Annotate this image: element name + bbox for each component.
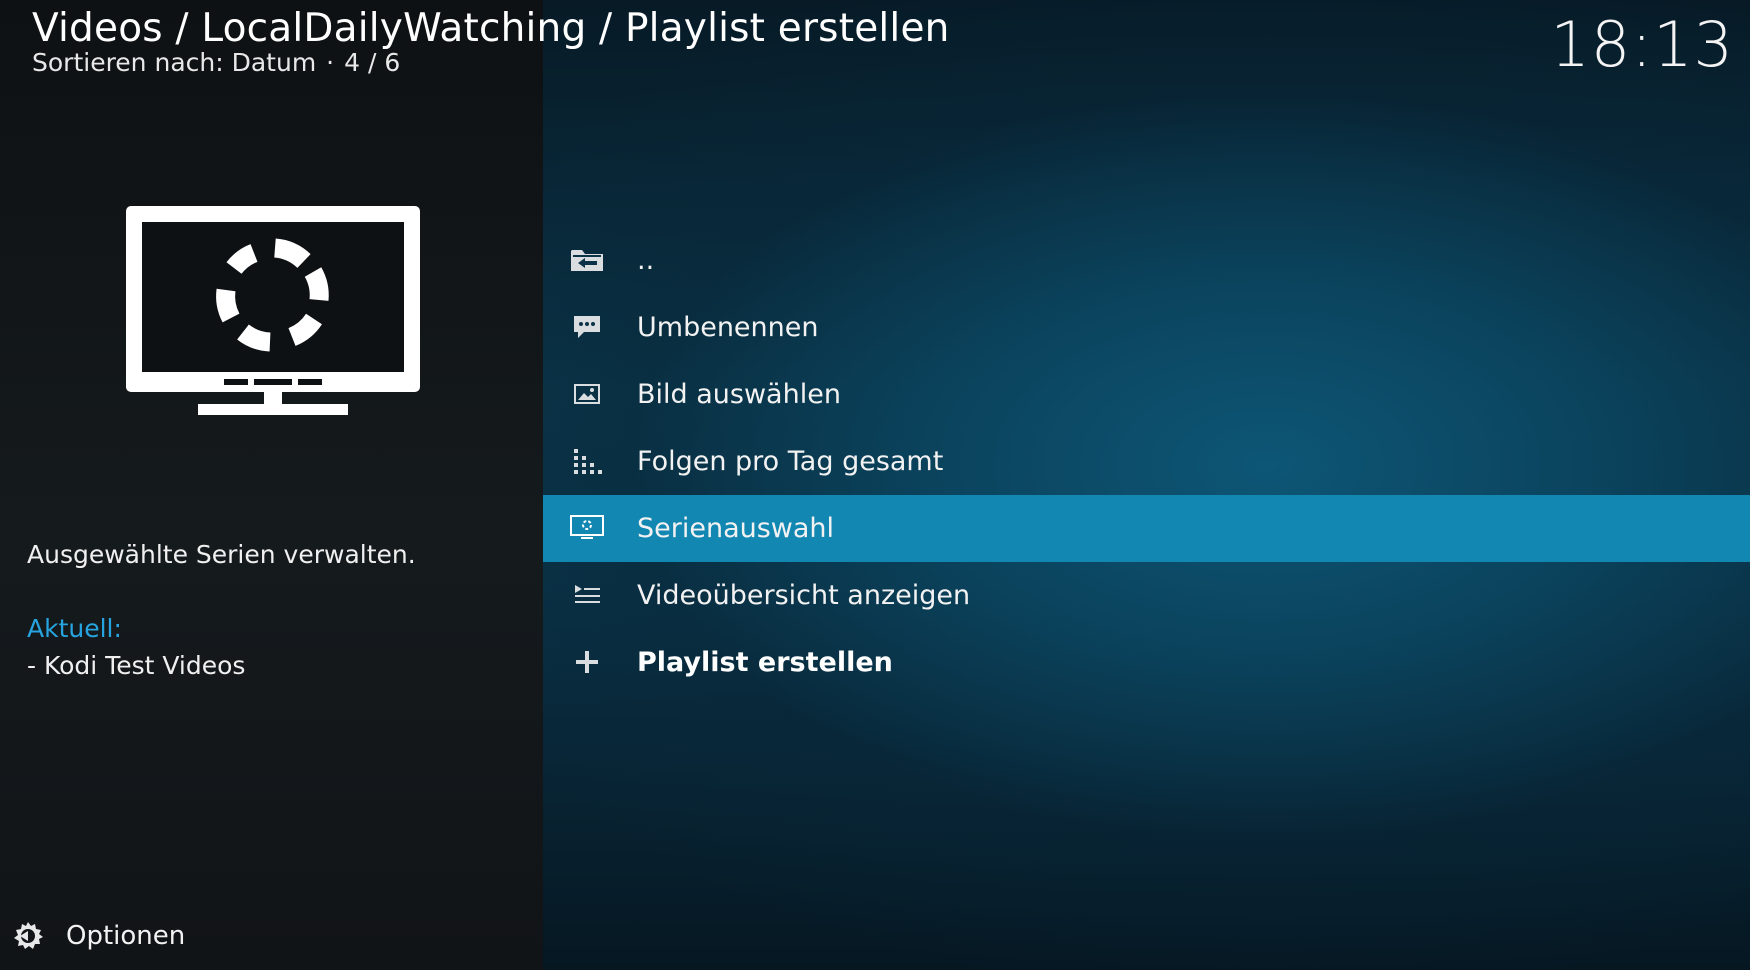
list-item-label: .. <box>637 245 655 276</box>
list-item-label: Videoübersicht anzeigen <box>637 580 971 611</box>
list-item-label: Bild auswählen <box>637 379 841 410</box>
sort-info: Sortieren nach: Datum · 4 / 6 <box>32 48 400 77</box>
speech-bubble-icon <box>570 312 604 342</box>
item-position: 4 / 6 <box>344 48 401 77</box>
menu-list: .. Umbenennen Bild auswählen Folgen pro … <box>543 227 1750 696</box>
list-item-label: Umbenennen <box>637 312 819 343</box>
separator-dot: · <box>326 48 335 77</box>
breadcrumb: Videos / LocalDailyWatching / Playlist e… <box>32 6 950 51</box>
playlist-icon <box>570 580 604 610</box>
list-item-series-selection[interactable]: Serienauswahl <box>543 495 1750 562</box>
tv-thumbnail-icon <box>126 206 420 415</box>
plus-icon <box>570 647 604 677</box>
list-item-label: Folgen pro Tag gesamt <box>637 446 944 477</box>
tv-icon <box>570 513 604 543</box>
options-gear-icon <box>14 922 43 949</box>
sort-label: Sortieren nach: Datum <box>32 48 317 77</box>
list-item-parent-folder[interactable]: .. <box>543 227 1750 294</box>
folder-back-icon <box>570 245 604 275</box>
list-item-video-overview[interactable]: Videoübersicht anzeigen <box>543 562 1750 629</box>
list-item-rename[interactable]: Umbenennen <box>543 294 1750 361</box>
item-description: Ausgewählte Serien verwalten. <box>27 540 416 569</box>
left-info-panel <box>0 0 543 970</box>
options-button[interactable]: Optionen <box>12 916 185 956</box>
current-label: Aktuell: <box>27 614 122 643</box>
bar-list-icon <box>570 446 604 476</box>
current-value: - Kodi Test Videos <box>27 651 246 680</box>
list-item-create-playlist[interactable]: Playlist erstellen <box>543 629 1750 696</box>
options-label: Optionen <box>66 921 186 951</box>
image-icon <box>570 379 604 409</box>
list-item-episodes-per-day[interactable]: Folgen pro Tag gesamt <box>543 428 1750 495</box>
clock: 18:13 <box>1550 8 1734 81</box>
list-item-label: Playlist erstellen <box>637 647 893 678</box>
list-item-label: Serienauswahl <box>637 513 835 544</box>
list-item-select-image[interactable]: Bild auswählen <box>543 361 1750 428</box>
